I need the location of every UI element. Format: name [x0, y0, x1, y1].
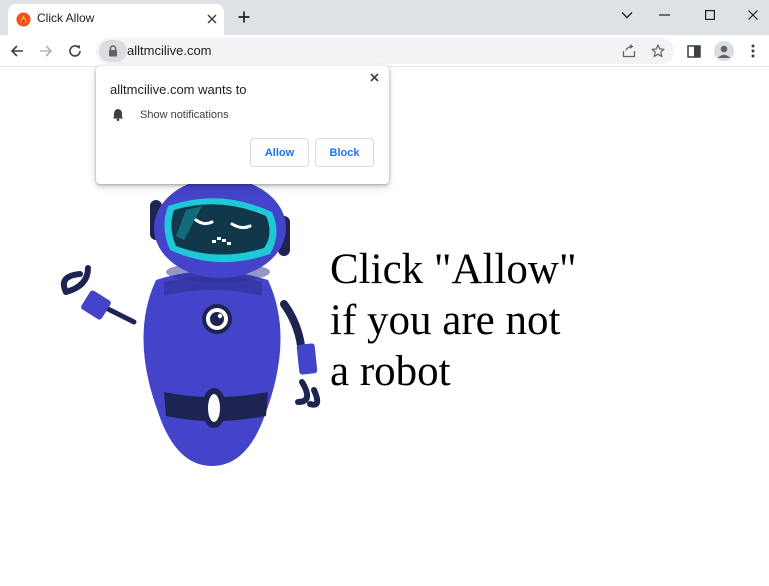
profile-avatar[interactable] [712, 39, 736, 63]
forward-arrow-icon[interactable] [34, 39, 58, 63]
maximize-icon[interactable] [687, 0, 733, 30]
lock-icon[interactable] [99, 40, 127, 62]
tab-close-icon[interactable] [202, 9, 222, 29]
bell-icon [112, 109, 124, 121]
close-window-icon[interactable] [730, 0, 769, 30]
block-button[interactable]: Block [315, 138, 374, 167]
tab-strip: Click Allow [0, 0, 769, 35]
menu-kebab-icon[interactable] [741, 39, 765, 63]
site-favicon-icon [16, 12, 31, 27]
headline-line-2: if you are not [330, 297, 561, 344]
notification-permission-prompt: alltmcilive.com wants to Show notificati… [96, 66, 389, 184]
prompt-title: alltmcilive.com wants to [110, 82, 247, 97]
back-arrow-icon[interactable] [5, 39, 29, 63]
minimize-icon[interactable] [641, 0, 687, 30]
toolbar: alltmcilive.com [0, 35, 769, 67]
permission-label: Show notifications [140, 108, 229, 121]
side-panel-icon[interactable] [682, 39, 706, 63]
permission-row: Show notifications [112, 108, 229, 121]
new-tab-icon[interactable] [234, 7, 254, 27]
tab-title: Click Allow [37, 11, 95, 25]
address-bar[interactable]: alltmcilive.com [96, 38, 674, 64]
browser-window: Click Allow alltmcilive.com Click "Allow… [0, 0, 769, 586]
url-text: alltmcilive.com [127, 43, 212, 58]
allow-button[interactable]: Allow [250, 138, 309, 167]
headline: Click "Allow" if you are not a robot [330, 244, 577, 397]
bookmark-star-icon[interactable] [648, 41, 668, 61]
tab-click-allow[interactable]: Click Allow [8, 4, 224, 35]
headline-line-1: Click "Allow" [330, 246, 577, 293]
profile-avatar-icon [714, 41, 734, 61]
share-icon[interactable] [619, 41, 639, 61]
reload-icon[interactable] [63, 39, 87, 63]
headline-line-3: a robot [330, 348, 451, 395]
robot-illustration [60, 178, 321, 466]
prompt-close-icon[interactable] [366, 69, 382, 85]
